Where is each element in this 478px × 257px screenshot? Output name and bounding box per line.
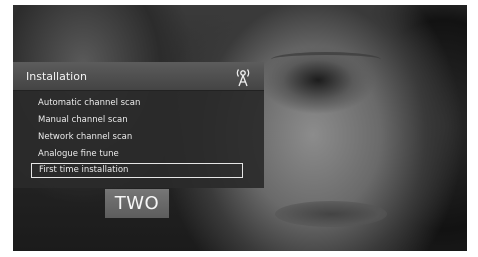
menu-header: Installation [13, 62, 264, 91]
background-image-detail [275, 201, 387, 227]
installation-menu: Installation Automatic channel scan Manu… [13, 62, 264, 188]
background-image-detail [271, 52, 381, 67]
menu-item-analogue-fine-tune[interactable]: Analogue fine tune [31, 147, 248, 161]
menu-item-first-time-installation[interactable]: First time installation [31, 163, 243, 178]
menu-item-manual-channel-scan[interactable]: Manual channel scan [31, 113, 248, 127]
menu-item-network-channel-scan[interactable]: Network channel scan [31, 130, 248, 144]
antenna-icon [236, 69, 250, 87]
channel-logo: TWO [105, 189, 169, 218]
menu-title: Installation [26, 70, 87, 83]
menu-item-automatic-channel-scan[interactable]: Automatic channel scan [31, 96, 248, 110]
